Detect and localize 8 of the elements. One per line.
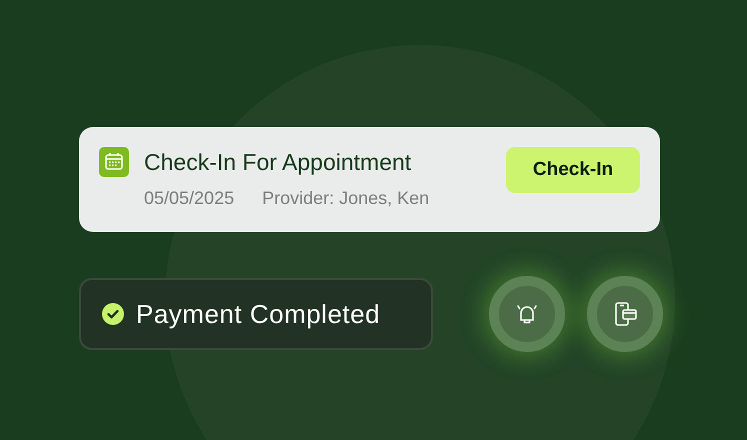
appointment-date: 05/05/2025 bbox=[144, 187, 234, 209]
calendar-icon bbox=[99, 147, 129, 177]
check-circle-icon bbox=[102, 303, 124, 325]
check-in-button[interactable]: Check-In bbox=[506, 147, 640, 193]
payment-status-text: Payment Completed bbox=[136, 298, 380, 330]
appointment-title: Check-In For Appointment bbox=[144, 148, 412, 177]
provider-name: Provider: Jones, Ken bbox=[262, 187, 430, 209]
phone-card-icon bbox=[612, 301, 638, 327]
